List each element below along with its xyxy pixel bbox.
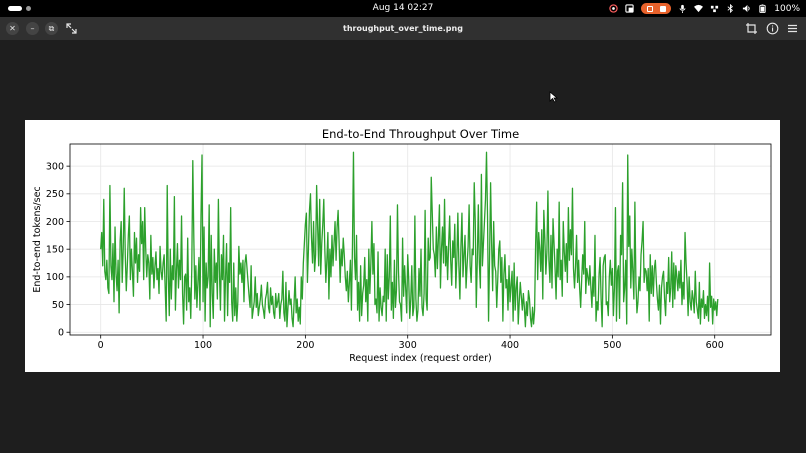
- screen-recording-indicator[interactable]: [641, 3, 672, 14]
- y-tick-label: 0: [58, 328, 64, 339]
- y-tick-label: 200: [46, 217, 64, 228]
- crop-icon[interactable]: [745, 22, 758, 35]
- throughput-series-line: [100, 151, 719, 328]
- x-tick-label: 0: [98, 340, 104, 351]
- x-tick-label: 600: [706, 340, 724, 351]
- throughput-line-chart: 0 100 200 300 400 500 600 0 50 100 150 200 250 300 En…: [32, 127, 772, 364]
- network-icon[interactable]: [710, 4, 719, 13]
- screenshot-icon[interactable]: [625, 4, 634, 13]
- window-title: throughput_over_time.png: [343, 24, 463, 33]
- mouse-pointer-icon: [549, 91, 558, 103]
- y-axis-label: End-to-end tokens/sec: [32, 186, 43, 292]
- y-tick-label: 50: [52, 300, 64, 311]
- x-tick-label: 400: [501, 340, 519, 351]
- menu-icon[interactable]: [786, 22, 799, 35]
- app-indicator-icon[interactable]: [609, 4, 618, 13]
- x-tick-label: 300: [399, 340, 417, 351]
- stop-recording-icon[interactable]: [659, 5, 666, 12]
- y-tick-label: 100: [46, 272, 64, 283]
- x-tick-label: 100: [194, 340, 212, 351]
- microphone-icon[interactable]: [678, 4, 687, 13]
- wifi-icon[interactable]: [694, 4, 704, 13]
- y-tick-label: 150: [46, 244, 64, 255]
- screen-share-icon: [646, 5, 653, 12]
- viewer-header-bar: ✕ – ⧉ throughput_over_time.png: [0, 17, 806, 40]
- battery-icon[interactable]: [758, 4, 767, 13]
- chart-title: End-to-End Throughput Over Time: [322, 127, 519, 141]
- x-axis-label: Request index (request order): [349, 353, 492, 364]
- bluetooth-icon[interactable]: [726, 4, 735, 13]
- system-tray[interactable]: 100%: [609, 1, 800, 16]
- chart-image: 0 100 200 300 400 500 600 0 50 100 150 200 250 300 En…: [25, 120, 780, 372]
- top-bar: Aug 14 02:27 100%: [0, 0, 806, 17]
- info-icon[interactable]: [766, 22, 779, 35]
- x-tick-label: 500: [603, 340, 621, 351]
- y-tick-label: 250: [46, 189, 64, 200]
- volume-icon[interactable]: [742, 4, 751, 13]
- x-tick-label: 200: [296, 340, 314, 351]
- battery-percentage: 100%: [774, 3, 800, 14]
- y-tick-label: 300: [46, 161, 64, 172]
